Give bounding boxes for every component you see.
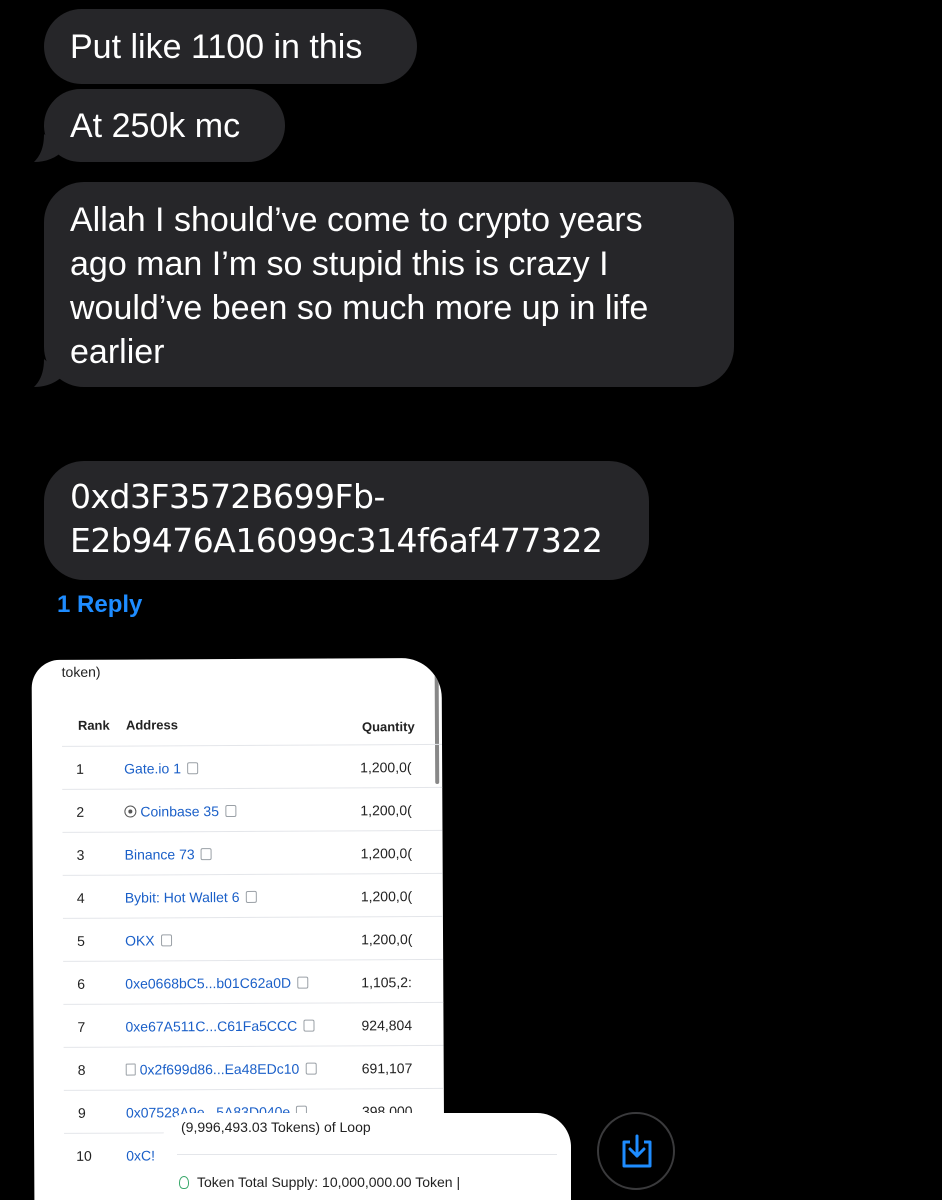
- table-row: 6 0xe0668bC5...b01C62a0D 1,105,2:: [63, 958, 444, 1004]
- rank-cell: 2: [76, 803, 85, 820]
- rank-cell: 4: [76, 889, 85, 906]
- message-bubble[interactable]: Allah I should’ve come to crypto years a…: [34, 182, 734, 387]
- rank-cell: 7: [77, 1018, 86, 1035]
- quantity-cell: 1,200,0(: [361, 931, 413, 948]
- download-tray-icon: [622, 1134, 652, 1168]
- message-text: Put like 1100 in this: [70, 28, 363, 66]
- rank-cell: 8: [77, 1061, 86, 1078]
- table-row: 2 Coinbase 35 1,200,0(: [62, 786, 443, 832]
- message-line: Allah I should’ve come to crypto years: [70, 201, 643, 239]
- address-link: Binance 73: [124, 846, 195, 863]
- address-link: 0x2f699d86...Ea48EDc10: [139, 1060, 300, 1078]
- address-cell: Gate.io 1: [124, 760, 199, 777]
- copy-icon: [305, 1062, 317, 1075]
- address-link: 0xC!: [126, 1147, 156, 1164]
- address-cell: Bybit: Hot Wallet 6: [125, 889, 257, 906]
- token-supply-label: Token Total Supply: 10,000,000.00 Token …: [197, 1174, 461, 1190]
- column-address: Address: [125, 717, 178, 733]
- address-link: OKX: [125, 932, 155, 949]
- copy-icon: [245, 890, 257, 903]
- copy-icon: [224, 805, 237, 818]
- address-cell: OKX: [125, 932, 172, 949]
- table-row: 1 Gate.io 1 1,200,0(: [62, 743, 443, 789]
- column-rank: Rank: [77, 717, 110, 733]
- rank-cell: 6: [77, 975, 86, 992]
- copy-icon: [297, 976, 309, 989]
- table-row: 7 0xe67A511C...C61Fa5CCC 924,804: [63, 1001, 444, 1047]
- address-link: 0xe67A511C...C61Fa5CCC: [125, 1017, 298, 1035]
- table-header: Rank Address Quantity: [32, 716, 442, 734]
- address-link: Bybit: Hot Wallet 6: [124, 888, 240, 906]
- rank-cell: 3: [76, 846, 85, 863]
- quantity-cell: 1,200,0(: [360, 802, 412, 819]
- address-cell: 0x2f699d86...Ea48EDc10: [125, 1060, 317, 1078]
- message-bubble[interactable]: 0xd3F3572B699Fb- E2b9476A16099c314f6af47…: [44, 461, 649, 580]
- lightbulb-icon: [179, 1176, 189, 1189]
- rank-cell: 10: [76, 1147, 92, 1164]
- table-row: 3 Binance 73 1,200,0(: [62, 829, 443, 875]
- address-cell: 0xe0668bC5...b01C62a0D: [125, 974, 309, 992]
- token-holding-text: (9,996,493.03 Tokens) of Loop: [181, 1119, 371, 1135]
- screenshot-image-2[interactable]: (9,996,493.03 Tokens) of Loop Token Tota…: [163, 1113, 571, 1200]
- message-line: 0xd3F3572B699Fb-: [70, 477, 385, 516]
- address-link: Coinbase 35: [140, 803, 220, 820]
- table-row: 4 Bybit: Hot Wallet 6 1,200,0(: [62, 872, 443, 918]
- rank-cell: 1: [76, 760, 84, 777]
- message-bubble[interactable]: At 250k mc: [34, 89, 285, 162]
- copy-icon: [303, 1019, 315, 1032]
- table-row: 8 0x2f699d86...Ea48EDc10 691,107: [63, 1044, 444, 1090]
- quantity-cell: 1,200,0(: [360, 845, 413, 862]
- copy-icon: [186, 762, 199, 775]
- quantity-cell: 1,200,0(: [360, 888, 413, 905]
- message-line: ago man I’m so stupid this is crazy I: [70, 245, 609, 283]
- token-supply-text: Token Total Supply: 10,000,000.00 Token …: [179, 1174, 460, 1190]
- save-button[interactable]: [597, 1112, 675, 1190]
- rank-cell: 5: [77, 932, 85, 949]
- address-link: 0xe0668bC5...b01C62a0D: [125, 974, 292, 992]
- bubble-tail: [34, 134, 64, 162]
- address-cell: Coinbase 35: [124, 803, 237, 820]
- message-line: would’ve been so much more up in life: [70, 289, 649, 327]
- quantity-cell: 1,105,2:: [361, 974, 412, 991]
- copy-icon: [160, 934, 172, 947]
- table-row: 5 OKX 1,200,0(: [62, 915, 444, 961]
- bubble-tail: [34, 359, 64, 387]
- message-line: E2b9476A16099c314f6af477322: [70, 521, 603, 560]
- address-cell: 0xe67A511C...C61Fa5CCC: [125, 1017, 315, 1035]
- divider: [177, 1154, 557, 1155]
- address-cell: 0xC!: [126, 1147, 155, 1163]
- copy-icon: [200, 848, 212, 861]
- message-text: At 250k mc: [70, 107, 241, 145]
- address-link: Gate.io 1: [124, 760, 182, 777]
- rank-cell: 9: [77, 1104, 86, 1121]
- column-quantity: Quantity: [361, 719, 415, 735]
- message-line: earlier: [70, 333, 165, 371]
- coinbase-icon: [124, 805, 137, 818]
- address-cell: Binance 73: [124, 846, 212, 863]
- quantity-cell: 924,804: [361, 1017, 413, 1034]
- quantity-cell: 691,107: [361, 1060, 413, 1077]
- quantity-cell: 1,200,0(: [360, 759, 412, 776]
- message-bubble[interactable]: Put like 1100 in this: [44, 9, 417, 84]
- screenshot-top-label: token): [61, 663, 101, 680]
- document-icon: [125, 1063, 136, 1076]
- reply-link[interactable]: 1 Reply: [57, 591, 142, 619]
